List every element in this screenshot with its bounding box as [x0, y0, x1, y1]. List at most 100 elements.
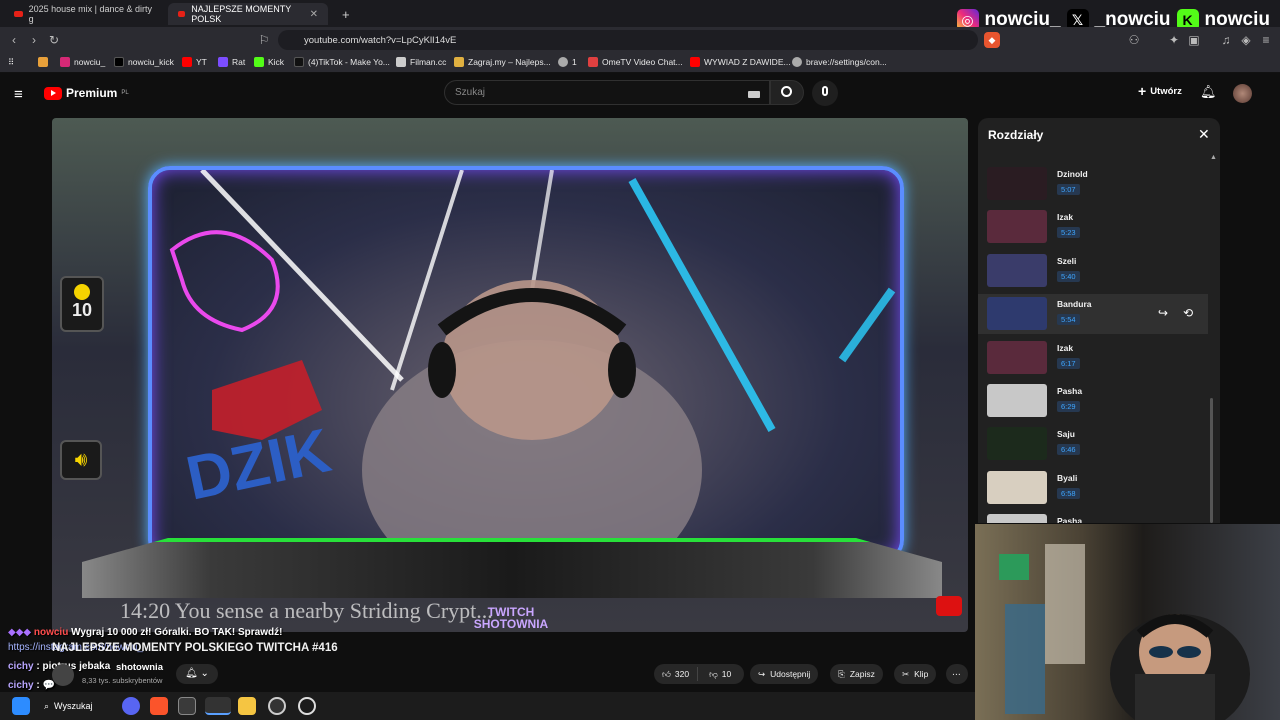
taskbar-search[interactable]: ⌕ Wyszukaj [44, 697, 92, 715]
app-icon[interactable] [178, 697, 196, 715]
chat-user: cichy [8, 661, 34, 672]
subscribed-bell-button[interactable]: 🔔︎ ⌄ [176, 664, 218, 684]
chapter-item[interactable]: Izak 6:17 [978, 338, 1208, 378]
settings-icon [792, 57, 802, 67]
channel-avatar[interactable] [52, 664, 74, 686]
bookmark-label: Rat [232, 57, 246, 67]
save-icon: ⎘ [838, 668, 845, 679]
music-icon[interactable]: ♫ [1218, 32, 1234, 48]
address-bar[interactable]: youtube.com/watch?v=LpCyKlI14vE [278, 30, 978, 50]
chapter-item[interactable]: Pasha 6:29 [978, 381, 1208, 421]
like-button[interactable]: 👍︎ 320 [654, 667, 699, 681]
apps-icon[interactable]: ⠿ [8, 57, 14, 68]
chapter-item[interactable]: Pasha [978, 511, 1208, 523]
recording-app-icon[interactable] [298, 697, 316, 715]
brave-icon[interactable] [150, 697, 168, 715]
forward-icon[interactable]: › [26, 32, 42, 48]
brave-shield-icon[interactable]: ◆ [984, 32, 1000, 48]
counter-value: 10 [71, 300, 93, 320]
browser-tab-active[interactable]: NAJLEPSZE MOMENTY POLSK ✕ [168, 3, 328, 25]
wallet-icon[interactable]: ◈ [1238, 32, 1254, 48]
chapter-loop-icon[interactable]: ⟲ [1183, 306, 1193, 320]
chapters-panel: Rozdziały ✕ ▲ Dzinold 5:07 Izak 5:23 Szeli 5:… [978, 118, 1220, 523]
bookmark-icon[interactable]: ⚐ [256, 32, 272, 48]
hamburger-menu-icon[interactable]: ≡ [14, 86, 23, 103]
close-chapters-icon[interactable]: ✕ [1198, 126, 1210, 143]
bookmark-item[interactable]: nowciu_ [60, 57, 105, 67]
chapters-scrollbar[interactable] [1210, 398, 1213, 523]
bookmark-item[interactable]: Filman.cc [396, 57, 446, 67]
chapter-share-icon[interactable]: ↪ [1158, 306, 1168, 320]
bookmark-label: Zagraj.my – Najleps... [468, 57, 551, 67]
chapter-thumbnail [987, 297, 1047, 331]
close-tab-icon[interactable]: ✕ [310, 9, 318, 20]
discord-icon[interactable] [122, 697, 140, 715]
dislike-button[interactable]: 👎︎ 10 [703, 669, 737, 680]
clip-button[interactable]: ✂ Klip [894, 664, 937, 684]
bookmark-item[interactable] [38, 57, 48, 67]
bookmark-item[interactable]: YT [182, 57, 207, 67]
chapter-item[interactable]: Dzinold 5:07 [978, 164, 1208, 204]
channel-name[interactable]: shotownia [116, 662, 163, 673]
youtube-header: ≡ Premium PL Szukaj + Utwórz 🔔︎ [0, 74, 1280, 114]
puzzle-icon[interactable]: ✦ [1166, 32, 1182, 48]
filman-icon [396, 57, 406, 67]
chapter-item[interactable]: Izak 5:23 [978, 207, 1208, 247]
share-button[interactable]: ↪ Udostępnij [750, 664, 819, 684]
kick-icon [254, 57, 264, 67]
chapter-item[interactable]: Bandura 5:54 ↪ ⟲ [978, 294, 1208, 335]
video-title: NAJLEPSZE MOMENTY POLSKIEGO TWITCHA #416 [52, 642, 338, 654]
chapter-item[interactable]: Byali 6:58 [978, 468, 1208, 508]
ometv-icon [588, 57, 598, 67]
search-icon: ⌕ [44, 700, 50, 711]
chat-user: cichy [8, 680, 34, 691]
more-actions-button[interactable]: ⋯ [946, 664, 968, 684]
obs-icon[interactable] [268, 697, 286, 715]
sidebar-icon[interactable]: ▣ [1186, 32, 1202, 48]
search-input[interactable]: Szukaj [444, 80, 770, 105]
browser-tab[interactable]: 2025 house mix | dance & dirty g [4, 3, 164, 25]
new-tab-button[interactable]: + [332, 3, 360, 25]
video-player[interactable]: DZIK 10 🔊︎ 14:20 You sense a nearby Stri… [52, 118, 968, 632]
bookmark-item[interactable]: (4)TikTok - Make Yo... [294, 57, 390, 67]
tab-label: 2025 house mix | dance & dirty g [28, 4, 153, 24]
scissors-icon: ✂ [902, 668, 910, 679]
bookmark-item[interactable]: OmeTV Video Chat... [588, 57, 683, 67]
reload-icon[interactable]: ↻ [46, 32, 62, 48]
bookmark-item[interactable]: Kick [254, 57, 284, 67]
search-icon [781, 86, 792, 97]
create-label: Utwórz [1150, 86, 1182, 97]
file-explorer-icon[interactable] [238, 697, 256, 715]
search-button[interactable] [770, 80, 804, 105]
bookmark-label: 1 [572, 57, 577, 67]
game-counter-widget: 10 [60, 276, 104, 332]
bookmark-item[interactable]: brave://settings/con... [792, 57, 887, 67]
bookmark-item[interactable]: Zagraj.my – Najleps... [454, 57, 551, 67]
windows-start-icon[interactable] [12, 697, 30, 715]
voice-search-button[interactable] [812, 80, 838, 106]
chapter-thumbnail [987, 427, 1047, 461]
chrome-icon[interactable] [205, 697, 231, 715]
bookmark-item[interactable]: 1 [558, 57, 577, 67]
scroll-up-icon[interactable]: ▲ [1210, 154, 1217, 161]
bookmark-label: nowciu_ [74, 57, 106, 67]
avatar[interactable] [1233, 84, 1252, 103]
back-icon[interactable]: ‹ [6, 32, 22, 48]
bookmark-item[interactable]: Rat [218, 57, 245, 67]
chapter-item[interactable]: Szeli 5:40 [978, 251, 1208, 291]
save-button[interactable]: ⎘ Zapisz [830, 664, 883, 684]
create-button[interactable]: + Utwórz [1138, 84, 1182, 98]
extension-icon[interactable]: ⚇ [1126, 32, 1142, 48]
logo-text: Premium [66, 86, 118, 100]
keyboard-icon[interactable] [748, 91, 760, 98]
bookmark-item[interactable]: WYWIAD Z DAWIDE... [690, 57, 791, 67]
notifications-bell-icon[interactable]: 🔔︎ [1200, 84, 1217, 100]
youtube-premium-logo[interactable]: Premium PL [44, 86, 129, 100]
chat-text: 💬 [42, 680, 55, 691]
menu-icon[interactable]: ≡ [1258, 32, 1274, 48]
bookmark-item[interactable]: nowciu_kick [114, 57, 174, 67]
chapter-item[interactable]: Saju 6:46 [978, 424, 1208, 464]
youtube-subscribe-watermark-icon[interactable] [936, 596, 962, 616]
zagraj-icon [454, 57, 464, 67]
chapter-time: 5:07 [1057, 184, 1080, 195]
